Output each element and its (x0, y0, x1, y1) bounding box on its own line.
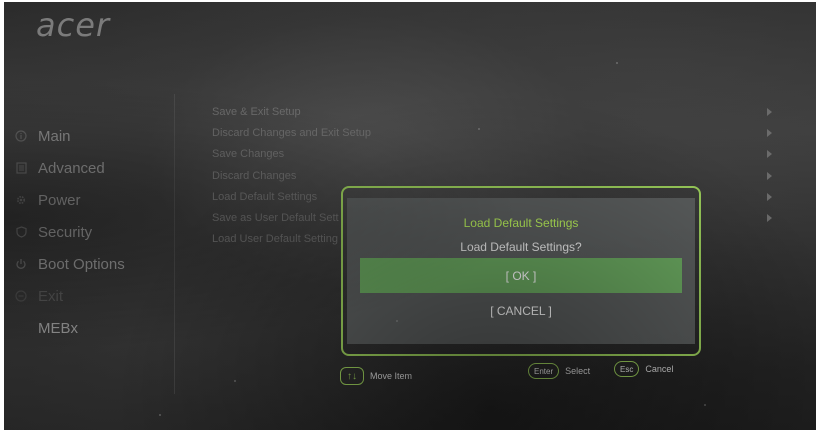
hint-move-item: ↑↓ Move Item (340, 367, 412, 385)
menu-item-label: Discard Changes (212, 169, 297, 182)
dialog-panel: Load Default Settings Load Default Setti… (347, 198, 695, 344)
nav-label: Advanced (38, 159, 105, 177)
chevron-right-icon (767, 150, 772, 159)
menu-item-label: Save as User Default Sett (212, 211, 339, 224)
nav-item-power[interactable]: Power (14, 184, 174, 216)
nav-label: Boot Options (38, 255, 125, 273)
left-nav: Main Advanced Power Security Boot Option… (14, 120, 174, 344)
nav-label: MEBx (38, 319, 79, 337)
chevron-right-icon (767, 108, 772, 116)
esc-key-icon: Esc (614, 361, 640, 377)
nav-label: Exit (38, 287, 64, 305)
ok-button[interactable]: [ OK ] (360, 258, 682, 293)
nav-item-security[interactable]: Security (14, 216, 174, 248)
info-icon (14, 129, 28, 143)
hint-label: Move Item (370, 371, 413, 381)
nav-item-mebx[interactable]: MEBx (14, 312, 174, 344)
hint-cancel: Esc Cancel (614, 361, 673, 377)
chevron-right-icon (767, 192, 772, 201)
dialog-question: Load Default Settings? (460, 240, 582, 254)
menu-item-label: Load Default Settings (212, 190, 318, 203)
up-down-arrows-icon: ↑↓ (340, 367, 364, 385)
nav-label: Power (38, 191, 81, 209)
exit-icon (14, 289, 28, 303)
confirm-dialog: Load Default Settings Load Default Setti… (341, 186, 701, 356)
nav-item-main[interactable]: Main (14, 120, 174, 152)
dialog-title: Load Default Settings (463, 216, 579, 230)
nav-item-exit[interactable]: Exit (14, 280, 174, 312)
nav-item-boot-options[interactable]: Boot Options (14, 248, 174, 280)
chevron-right-icon (767, 171, 772, 180)
hint-label: Select (565, 366, 591, 376)
acer-logo: acer (36, 6, 111, 44)
menu-item-save-exit[interactable]: Save & Exit Setup (212, 106, 772, 127)
menu-item-label: Discard Changes and Exit Setup (212, 127, 371, 140)
menu-item-label: Load User Default Setting (212, 233, 338, 246)
nav-divider (174, 94, 175, 394)
nav-label: Security (38, 223, 93, 241)
nav-item-advanced[interactable]: Advanced (14, 152, 174, 184)
menu-item-discard-exit[interactable]: Discard Changes and Exit Setup (212, 127, 772, 148)
hint-label: Cancel (645, 364, 674, 374)
power-icon (14, 257, 28, 271)
gear-icon (14, 193, 28, 207)
menu-item-label: Save & Exit Setup (212, 106, 301, 118)
bios-screen: acer Main Advanced Power Security Boot O… (4, 2, 816, 430)
cancel-button[interactable]: [ CANCEL ] (360, 298, 682, 324)
chevron-right-icon (767, 213, 772, 222)
enter-key-icon: Enter (528, 363, 560, 379)
chevron-right-icon (767, 129, 772, 138)
hint-select: Enter Select (528, 363, 590, 379)
menu-item-save-changes[interactable]: Save Changes (212, 148, 772, 169)
document-icon (14, 161, 28, 175)
menu-item-label: Save Changes (212, 148, 285, 161)
nav-label: Main (38, 127, 71, 145)
shield-icon (14, 225, 28, 239)
